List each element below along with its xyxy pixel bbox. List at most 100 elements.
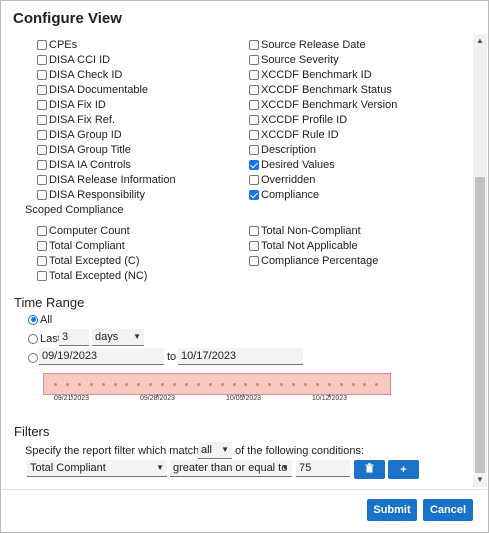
column-option[interactable]: Source Severity (249, 52, 339, 67)
checkbox[interactable] (249, 114, 259, 125)
column-option[interactable]: DISA CCI ID (37, 52, 110, 67)
time-range-timeline[interactable] (43, 373, 391, 395)
column-option[interactable]: XCCDF Benchmark Status (249, 82, 392, 97)
column-option[interactable]: Description (249, 142, 316, 157)
scoped-option[interactable]: Total Excepted (C) (37, 253, 139, 268)
radio-checked[interactable] (28, 314, 38, 325)
scoped-option[interactable]: Computer Count (37, 223, 130, 238)
timeline-tick-label: 09/28/2023 (140, 395, 176, 402)
checkbox-checked[interactable] (249, 159, 259, 170)
vertical-scrollbar[interactable]: ▲ ▼ (473, 34, 487, 487)
time-range-last-option[interactable]: Last (28, 331, 61, 346)
checkbox[interactable] (249, 69, 259, 80)
checkbox[interactable] (37, 144, 47, 155)
to-label: to (167, 351, 177, 363)
dialog-title: Configure View (13, 10, 122, 27)
filters-heading: Filters (14, 424, 50, 439)
chevron-down-icon: ▼ (133, 332, 141, 341)
submit-button[interactable]: Submit (367, 499, 417, 521)
delete-filter-button[interactable] (354, 460, 385, 479)
checkbox[interactable] (37, 255, 47, 266)
column-option[interactable]: CPEs (37, 37, 77, 52)
filter-field-select[interactable]: Total Compliant ▼ (27, 460, 167, 477)
checkbox[interactable] (37, 99, 47, 110)
checkbox[interactable] (249, 225, 259, 236)
scoped-option[interactable]: Total Compliant (37, 238, 125, 253)
checkbox[interactable] (249, 54, 259, 65)
scoped-option[interactable]: Total Non-Compliant (249, 223, 361, 238)
checkbox[interactable] (37, 39, 47, 50)
checkbox[interactable] (37, 54, 47, 65)
timeline-day-dot (244, 383, 248, 386)
column-option[interactable]: DISA Group ID (37, 127, 122, 142)
checkbox[interactable] (37, 270, 47, 281)
chevron-down-icon: ▼ (281, 463, 289, 472)
checkbox[interactable] (249, 99, 259, 110)
last-unit-select[interactable]: days ▼ (92, 329, 144, 346)
column-option[interactable]: DISA Release Information (37, 172, 176, 187)
timeline-day-dot (315, 383, 319, 386)
checkbox[interactable] (37, 84, 47, 95)
scrollbar-thumb[interactable] (475, 177, 485, 473)
time-range-heading: Time Range (14, 295, 85, 310)
timeline-day-dot (327, 383, 331, 386)
scroll-down-arrow-icon[interactable]: ▼ (473, 473, 487, 487)
column-option[interactable]: DISA Responsibility (37, 187, 145, 202)
from-date-input[interactable]: 09/19/2023 (39, 348, 164, 365)
scroll-up-arrow-icon[interactable]: ▲ (473, 34, 487, 48)
checkbox[interactable] (37, 69, 47, 80)
checkbox[interactable] (37, 225, 47, 236)
time-range-all-option[interactable]: All (28, 312, 52, 327)
checkbox[interactable] (249, 144, 259, 155)
checkbox[interactable] (37, 159, 47, 170)
scoped-option[interactable]: Compliance Percentage (249, 253, 378, 268)
cancel-button[interactable]: Cancel (423, 499, 473, 521)
timeline-day-dot (280, 383, 284, 386)
checkbox[interactable] (249, 255, 259, 266)
timeline-tick-label: 10/05/2023 (226, 395, 262, 402)
column-option[interactable]: DISA Fix Ref. (37, 112, 115, 127)
filter-value-input[interactable]: 75 (296, 460, 350, 477)
column-option[interactable]: XCCDF Rule ID (249, 127, 339, 142)
column-option[interactable]: Overridden (249, 172, 315, 187)
timeline-day-dot (351, 383, 355, 386)
match-select[interactable]: all ▼ (198, 442, 232, 459)
column-option[interactable]: XCCDF Benchmark Version (249, 97, 397, 112)
column-option[interactable]: XCCDF Benchmark ID (249, 67, 372, 82)
column-option[interactable]: Source Release Date (249, 37, 366, 52)
column-option[interactable]: DISA IA Controls (37, 157, 131, 172)
checkbox[interactable] (249, 129, 259, 140)
checkbox-checked[interactable] (249, 189, 259, 200)
column-option[interactable]: DISA Fix ID (37, 97, 106, 112)
chevron-down-icon: ▼ (156, 463, 164, 472)
last-count-input[interactable]: 3 (59, 329, 89, 346)
radio[interactable] (28, 352, 38, 363)
timeline-day-dot (54, 383, 57, 386)
radio[interactable] (28, 333, 38, 344)
scoped-option[interactable]: Total Not Applicable (249, 238, 358, 253)
checkbox[interactable] (37, 174, 47, 185)
timeline-day-dot (161, 383, 165, 386)
column-option[interactable]: DISA Documentable (37, 82, 148, 97)
checkbox[interactable] (37, 129, 47, 140)
timeline-day-dot (208, 383, 212, 386)
column-option[interactable]: DISA Check ID (37, 67, 122, 82)
filter-operator-select[interactable]: greater than or equal to ▼ (170, 460, 292, 477)
add-filter-button[interactable]: + (388, 460, 419, 479)
scoped-option[interactable]: Total Excepted (NC) (37, 268, 147, 283)
checkbox[interactable] (37, 114, 47, 125)
timeline-day-dot (101, 383, 105, 386)
checkbox[interactable] (249, 39, 259, 50)
checkbox[interactable] (249, 240, 259, 251)
checkbox[interactable] (37, 189, 47, 200)
checkbox[interactable] (249, 174, 259, 185)
dialog-scroll-area[interactable]: CPEs DISA CCI ID DISA Check ID DISA Docu… (4, 33, 474, 487)
checkbox[interactable] (249, 84, 259, 95)
checkbox[interactable] (37, 240, 47, 251)
column-option[interactable]: Desired Values (249, 157, 335, 172)
column-option[interactable]: DISA Group Title (37, 142, 131, 157)
column-option[interactable]: XCCDF Profile ID (249, 112, 347, 127)
column-option[interactable]: Compliance (249, 187, 319, 202)
to-date-input[interactable]: 10/17/2023 (178, 348, 303, 365)
timeline-day-dot (89, 383, 93, 386)
